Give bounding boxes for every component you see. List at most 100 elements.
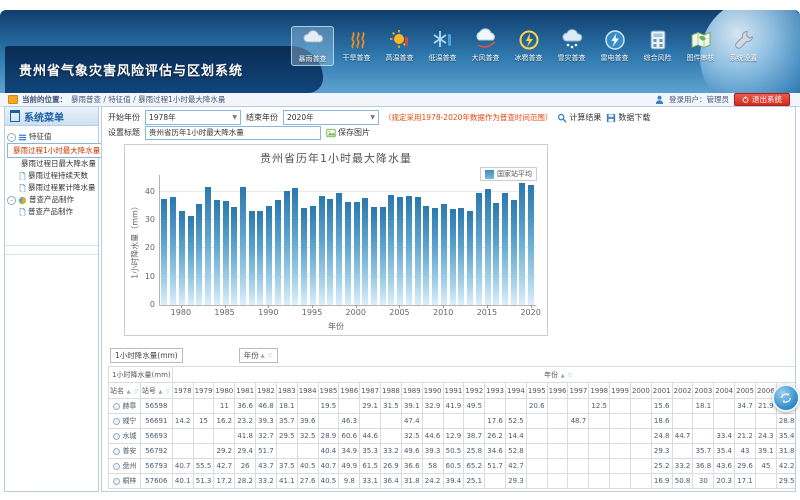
chart-title: 贵州省历年1小时最大降水量 xyxy=(125,150,547,166)
table-row: 盘州5679340.755.542.72643.737.540.540.749.… xyxy=(109,459,797,474)
download-button[interactable]: 数据下载 xyxy=(606,112,650,123)
row-select-icon[interactable] xyxy=(113,478,120,485)
app-title-block: 贵州省气象灾害风险评估与区划系统 xyxy=(5,46,323,93)
nav-item-lightning[interactable]: 雷电普查 xyxy=(594,26,635,66)
nav-item-high-temp[interactable]: 高温普查 xyxy=(379,26,420,66)
value-cell xyxy=(526,459,547,474)
row-select-icon[interactable] xyxy=(113,433,120,440)
chart-bar-2000 xyxy=(354,202,360,305)
x-axis-title: 年份 xyxy=(125,321,547,332)
nav-item-snow[interactable]: 雪灾普查 xyxy=(551,26,592,66)
nav-item-settings[interactable]: 系统设置 xyxy=(723,26,764,66)
start-year-select[interactable]: 1978年▼ xyxy=(145,110,241,125)
chart-bar-2012 xyxy=(458,208,464,305)
year-column-header: 1985 xyxy=(318,383,339,399)
row-select-icon[interactable] xyxy=(113,418,120,425)
value-cell: 42.7 xyxy=(214,459,235,474)
collapse-icon[interactable]: – xyxy=(7,196,16,205)
value-cell xyxy=(610,399,631,414)
value-cell xyxy=(610,429,631,444)
value-cell xyxy=(422,414,443,429)
collapse-icon[interactable]: – xyxy=(7,133,16,142)
chart-bar-1995 xyxy=(310,206,316,305)
chart-bar-1980 xyxy=(179,211,185,305)
year-column-header: 1994 xyxy=(506,383,527,399)
nav-item-composite-risk[interactable]: 综合风险 xyxy=(637,26,678,66)
chart-bar-2004 xyxy=(388,195,394,305)
sidebar-item[interactable]: 暴雨过程日最大降水量 xyxy=(7,158,96,170)
calculate-button[interactable]: 计算结果 xyxy=(557,112,601,123)
sidebar-item[interactable]: 暴雨过程持续天数 xyxy=(7,170,96,182)
row-select-icon[interactable] xyxy=(113,448,120,455)
nav-item-rainstorm[interactable]: 暴雨普查 xyxy=(291,26,334,66)
menu-icon xyxy=(10,110,20,122)
save-image-icon xyxy=(326,128,336,138)
value-cell: 34.7 xyxy=(735,399,756,414)
station-id-cell: 56693 xyxy=(140,429,172,444)
nav-item-label: 雪灾普查 xyxy=(558,53,586,63)
value-cell: 27.6 xyxy=(297,474,318,489)
disaster-nav: 暴雨普查干旱普查高温普查低温普查大风普查冰雹普查雪灾普查雷电普查综合风险图件审核… xyxy=(291,26,764,66)
sidebar-item[interactable]: 暴雨过程1小时最大降水量 xyxy=(7,143,103,158)
station-id-header[interactable]: 站号 ▲ ▽ xyxy=(140,383,172,399)
nav-item-low-temp[interactable]: 低温普查 xyxy=(422,26,463,66)
year-column-header: 1986 xyxy=(339,383,360,399)
sidebar-item[interactable]: 普查产品制作 xyxy=(7,206,96,218)
floating-refresh-button[interactable] xyxy=(772,384,800,412)
value-cell: 41.9 xyxy=(443,399,464,414)
value-cell xyxy=(568,429,589,444)
value-cell: 35.7 xyxy=(276,414,297,429)
value-cell: 24.8 xyxy=(651,429,672,444)
tree-group-1[interactable]: –普查产品制作 xyxy=(7,194,96,206)
sort-arrows-icon[interactable]: ▲ ▽ xyxy=(261,353,273,359)
sort-arrows-icon[interactable]: ▲ ▽ xyxy=(558,373,573,379)
save-image-button[interactable]: 保存图片 xyxy=(326,127,370,138)
station-name-cell: 威宁 xyxy=(109,414,141,429)
table-controls: 1小时降水量(mm) 年份▲ ▽ xyxy=(110,348,789,363)
year-column-header: 1978 xyxy=(172,383,193,399)
logout-button[interactable]: 退出系统 xyxy=(734,93,790,106)
year-sort-box[interactable]: 年份▲ ▽ xyxy=(239,348,278,363)
year-column-header: 1982 xyxy=(256,383,277,399)
end-year-select[interactable]: 2020年▼ xyxy=(283,110,379,125)
chart-bar-2005 xyxy=(397,197,403,305)
value-cell xyxy=(610,414,631,429)
year-column-header: 1989 xyxy=(401,383,422,399)
value-cell xyxy=(589,429,610,444)
year-header-label: 年份 xyxy=(544,371,558,379)
hail-icon xyxy=(517,28,541,52)
nav-item-wind[interactable]: 大风普查 xyxy=(465,26,506,66)
row-select-icon[interactable] xyxy=(113,463,120,470)
chart-bar-1989 xyxy=(257,211,263,305)
sidebar-item-label: 暴雨过程累计降水量 xyxy=(28,182,96,194)
palette-icon xyxy=(18,196,27,205)
measure-filter-box[interactable]: 1小时降水量(mm) xyxy=(110,348,183,363)
value-cell xyxy=(589,474,610,489)
value-cell: 29.3 xyxy=(651,444,672,459)
year-header[interactable]: 年份 ▲ ▽ xyxy=(172,367,796,383)
nav-item-hail[interactable]: 冰雹普查 xyxy=(508,26,549,66)
tree-group-0[interactable]: –特征值 xyxy=(7,131,96,143)
sort-arrows-icon[interactable]: ▲ ▽ xyxy=(124,389,139,395)
value-cell: 50.8 xyxy=(672,474,693,489)
nav-item-map-review[interactable]: 图件审核 xyxy=(680,26,721,66)
bar-series xyxy=(160,183,536,305)
value-cell xyxy=(630,459,651,474)
value-cell xyxy=(630,414,651,429)
nav-item-label: 高温普查 xyxy=(386,53,414,63)
chart-bar-1999 xyxy=(345,202,351,305)
value-cell xyxy=(443,414,464,429)
sort-arrows-icon[interactable]: ▲ ▽ xyxy=(156,389,171,395)
value-cell xyxy=(568,399,589,414)
station-name-header[interactable]: 站名 ▲ ▽ xyxy=(109,383,141,399)
station-name-cell: 赫章 xyxy=(109,399,141,414)
chart-bar-1985 xyxy=(223,201,229,305)
year-column-header: 1993 xyxy=(485,383,506,399)
nav-item-drought[interactable]: 干旱普查 xyxy=(336,26,377,66)
chart-title-input[interactable] xyxy=(145,126,321,140)
value-cell: 52.8 xyxy=(506,444,527,459)
value-cell: 39.3 xyxy=(256,414,277,429)
row-select-icon[interactable] xyxy=(113,403,120,410)
sidebar-item[interactable]: 暴雨过程累计降水量 xyxy=(7,182,96,194)
value-cell: 43.7 xyxy=(256,459,277,474)
